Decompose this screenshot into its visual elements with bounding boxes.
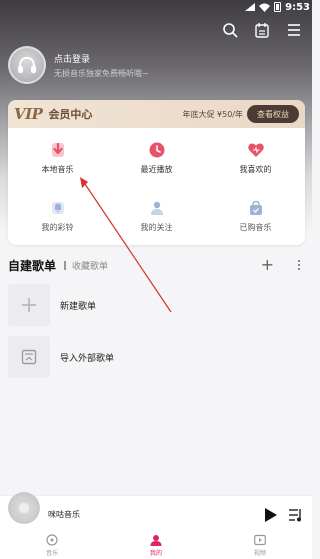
create-playlist-item[interactable]: 新建歌单 [8, 284, 96, 326]
tab-created-playlists[interactable]: 自建歌单 [8, 257, 56, 274]
vip-banner[interactable]: VIP 会员中心 年底大促 ¥50/年 查看权益 [8, 100, 305, 128]
add-icon[interactable]: + [261, 256, 274, 274]
playlist-queue-icon[interactable] [288, 507, 304, 527]
album-disc-icon[interactable] [8, 492, 40, 524]
list-item-label: 新建歌单 [60, 301, 97, 312]
grid-item-label: 我的关注 [140, 222, 173, 232]
grid-item-label: 我喜欢的 [239, 164, 272, 174]
tab-label: 视频 [253, 550, 266, 557]
tab-mine[interactable]: 我的 [104, 533, 208, 559]
download-icon [48, 140, 68, 160]
tab-label: 音乐 [45, 550, 58, 557]
login-text[interactable]: 点击登录 [54, 52, 149, 65]
calendar-icon[interactable] [252, 20, 272, 40]
plus-icon [8, 284, 50, 326]
video-icon [254, 534, 266, 546]
signal-icon [245, 3, 256, 11]
shortcut-grid: 本地音乐 最近播放 我喜欢的 我的彩铃 我的关注 已购音乐 [8, 128, 305, 244]
grid-item-local-music[interactable]: 本地音乐 [8, 128, 107, 186]
import-icon [8, 336, 50, 378]
grid-item-label: 本地音乐 [41, 164, 74, 174]
search-icon[interactable] [220, 20, 240, 40]
status-bar: 9:53 [0, 0, 312, 14]
bottom-tab-bar: 音乐 我的 视频 [0, 533, 312, 559]
grid-item-following[interactable]: 我的关注 [107, 186, 206, 244]
tab-music[interactable]: 音乐 [0, 533, 104, 559]
grid-item-purchased[interactable]: 已购音乐 [206, 186, 305, 244]
divider [64, 260, 67, 270]
bag-icon [246, 198, 266, 218]
user-icon [150, 535, 162, 546]
clock-time: 9:53 [285, 1, 310, 13]
heart-icon [246, 140, 266, 160]
login-subtitle: 无损音乐独家免费畅听哦~ [54, 68, 149, 78]
import-playlist-item[interactable]: 导入外部歌单 [8, 336, 114, 378]
music-disc-icon [46, 534, 58, 546]
view-benefits-button[interactable]: 查看权益 [247, 105, 299, 123]
vip-logo: VIP [14, 105, 43, 123]
more-icon[interactable] [296, 256, 302, 274]
grid-item-favorites[interactable]: 我喜欢的 [206, 128, 305, 186]
playlist-section-header: 自建歌单 收藏歌单 + [8, 256, 304, 274]
avatar[interactable] [8, 46, 46, 84]
tab-collected-playlists[interactable]: 收藏歌单 [72, 259, 108, 272]
tab-label: 我的 [149, 550, 162, 557]
person-icon [147, 198, 167, 218]
clock-icon [147, 140, 167, 160]
grid-item-label: 最近播放 [140, 164, 173, 174]
vip-title: 会员中心 [48, 108, 93, 121]
profile-login[interactable]: 点击登录 无损音乐独家免费畅听哦~ [8, 46, 149, 84]
wifi-icon [259, 3, 271, 12]
vip-promo: 年底大促 ¥50/年 [182, 109, 243, 119]
grid-item-recent-play[interactable]: 最近播放 [107, 128, 206, 186]
grid-item-label: 我的彩铃 [41, 222, 74, 232]
play-icon[interactable] [264, 507, 278, 527]
grid-item-label: 已购音乐 [239, 222, 272, 232]
headphone-avatar-icon [18, 56, 36, 73]
vip-card: VIP 会员中心 年底大促 ¥50/年 查看权益 本地音乐 最近播放 我喜欢的 [8, 100, 305, 245]
list-item-label: 导入外部歌单 [60, 353, 115, 364]
tab-video[interactable]: 视频 [208, 533, 312, 559]
now-playing-title[interactable]: 咪咕音乐 [48, 509, 80, 520]
battery-icon [274, 2, 282, 12]
menu-icon[interactable] [284, 20, 304, 40]
mini-player[interactable]: 咪咕音乐 [0, 492, 312, 533]
top-actions [220, 20, 304, 40]
grid-item-ringtone[interactable]: 我的彩铃 [8, 186, 107, 244]
bell-icon [48, 198, 68, 218]
